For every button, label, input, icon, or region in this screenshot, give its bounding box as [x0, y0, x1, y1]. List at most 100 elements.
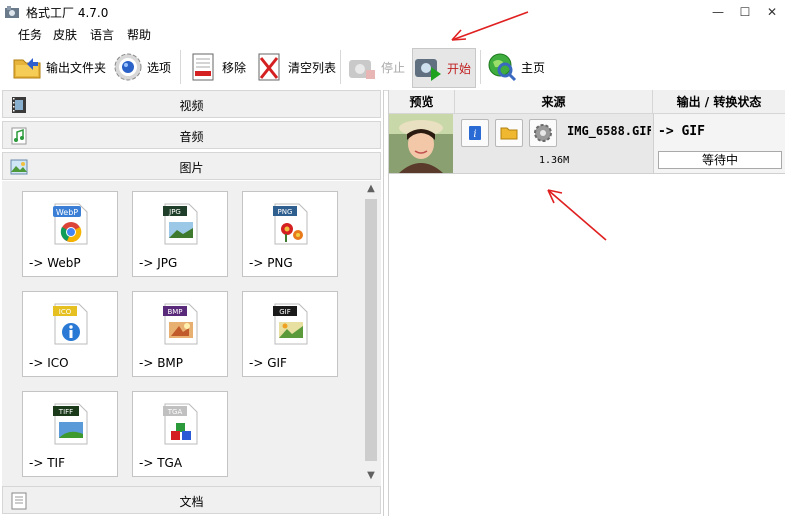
image-thumbnail — [389, 114, 453, 173]
start-label: 开始 — [447, 61, 472, 76]
ico-file-icon: ICO — [53, 303, 88, 345]
gear-icon — [534, 124, 552, 142]
format-factory-app-icon — [5, 6, 19, 18]
category-panel: 视频 音频 图片 WebP -> WebP JPG -> JPG PNG -> … — [0, 90, 384, 516]
title-bar: 格式工厂 4.7.0 — ☐ ✕ — [0, 0, 785, 24]
png-file-icon: PNG — [273, 203, 308, 245]
webp-file-icon: WebP — [53, 203, 88, 245]
minimize-button[interactable]: — — [703, 0, 733, 24]
category-audio-label: 音频 — [179, 130, 204, 144]
tif-badge: TIFF — [58, 408, 73, 416]
tga-file-icon: TGA — [163, 403, 198, 445]
tga-badge: TGA — [167, 408, 183, 416]
format-label-tga: -> TGA — [139, 456, 183, 470]
svg-text:i: i — [473, 129, 476, 140]
format-tile-gif[interactable]: GIF -> GIF — [242, 291, 338, 377]
folder-icon — [500, 127, 518, 140]
format-label-ico: -> ICO — [29, 356, 69, 370]
bmp-badge: BMP — [167, 308, 182, 316]
gif-badge: GIF — [279, 308, 291, 316]
window-title: 格式工厂 4.7.0 — [26, 6, 109, 20]
format-label-bmp: -> BMP — [139, 356, 184, 370]
format-label-webp: -> WebP — [29, 256, 81, 270]
column-header-output-status[interactable]: 输出 / 转换状态 — [653, 90, 785, 114]
clear-list-label: 清空列表 — [288, 60, 337, 75]
format-tile-webp[interactable]: WebP -> WebP — [22, 191, 118, 277]
output-status-cell: -> GIF 等待中 — [653, 114, 785, 173]
format-label-tif: -> TIF — [29, 456, 65, 470]
tif-file-icon: TIFF — [53, 403, 88, 445]
scrollbar-thumb[interactable] — [365, 199, 377, 461]
menu-bar: 任务 皮肤 语言 帮助 — [0, 24, 785, 44]
stop-button[interactable]: 停止 — [347, 48, 405, 86]
remove-label: 移除 — [222, 60, 247, 75]
folder-icon — [13, 58, 41, 79]
scroll-down-arrow-icon[interactable]: ▼ — [363, 468, 379, 484]
format-grid-scrollbar[interactable]: ▲ ▼ — [363, 181, 379, 486]
table-row[interactable]: i IMG_6588.GIF 1.36M -> GIF 等待中 — [389, 114, 785, 174]
format-tile-png[interactable]: PNG -> PNG — [242, 191, 338, 277]
toolbar-separator — [480, 50, 481, 84]
source-filename: IMG_6588.GIF — [567, 124, 651, 138]
menu-help[interactable]: 帮助 — [127, 26, 151, 43]
image-format-grid: WebP -> WebP JPG -> JPG PNG -> PNG ICO -… — [2, 181, 381, 486]
format-tile-tga[interactable]: TGA -> TGA — [132, 391, 228, 477]
clear-list-button[interactable]: 清空列表 — [254, 48, 336, 86]
source-file-size: 1.36M — [539, 155, 570, 166]
column-header-preview[interactable]: 预览 — [389, 90, 455, 114]
output-folder-button[interactable]: 输出文件夹 — [12, 48, 106, 86]
toolbar-separator — [340, 50, 341, 84]
options-gear-icon — [114, 53, 142, 81]
toolbar-separator — [180, 50, 181, 84]
format-tile-jpg[interactable]: JPG -> JPG — [132, 191, 228, 277]
format-tile-bmp[interactable]: BMP -> BMP — [132, 291, 228, 377]
column-header-source[interactable]: 来源 — [455, 90, 653, 114]
format-label-png: -> PNG — [249, 256, 293, 270]
format-label-gif: -> GIF — [249, 356, 287, 370]
stop-label: 停止 — [381, 60, 406, 75]
bmp-file-icon: BMP — [163, 303, 198, 345]
file-info-button[interactable]: i — [461, 119, 489, 147]
remove-button[interactable]: 移除 — [188, 48, 246, 86]
menu-language[interactable]: 语言 — [90, 26, 114, 43]
category-video-label: 视频 — [179, 99, 204, 113]
jpg-badge: JPG — [168, 208, 181, 216]
menu-task[interactable]: 任务 — [18, 26, 42, 43]
toolbar: 输出文件夹 选项 移除 清空列表 停止 开始 主页 — [0, 44, 785, 91]
stop-icon — [349, 60, 375, 79]
clear-list-icon — [258, 53, 280, 81]
webp-badge: WebP — [56, 208, 78, 217]
home-button[interactable]: 主页 — [487, 48, 545, 86]
remove-document-icon — [192, 53, 214, 81]
output-format: -> GIF — [658, 124, 705, 139]
start-button[interactable]: 开始 — [412, 48, 477, 88]
png-badge: PNG — [278, 208, 293, 216]
category-image-label: 图片 — [179, 161, 204, 175]
menu-skin[interactable]: 皮肤 — [53, 26, 77, 43]
info-icon: i — [469, 126, 481, 140]
item-settings-button[interactable] — [529, 119, 557, 147]
maximize-button[interactable]: ☐ — [730, 0, 760, 24]
status-badge[interactable]: 等待中 — [658, 151, 782, 169]
jpg-file-icon: JPG — [163, 203, 198, 245]
options-button[interactable]: 选项 — [113, 48, 171, 86]
category-video[interactable]: 视频 — [2, 90, 381, 118]
options-label: 选项 — [147, 60, 172, 75]
format-tile-tif[interactable]: TIFF -> TIF — [22, 391, 118, 477]
home-label: 主页 — [521, 60, 546, 75]
start-play-icon — [415, 59, 441, 81]
task-list-panel: 预览 来源 输出 / 转换状态 i IMG_6588.GIF 1.36M -> … — [388, 90, 785, 516]
close-button[interactable]: ✕ — [757, 0, 785, 24]
category-audio[interactable]: 音频 — [2, 121, 381, 149]
ico-badge: ICO — [59, 308, 72, 316]
category-image[interactable]: 图片 — [2, 152, 381, 180]
scroll-up-arrow-icon[interactable]: ▲ — [363, 181, 379, 197]
format-tile-ico[interactable]: ICO -> ICO — [22, 291, 118, 377]
category-document[interactable]: 文档 — [2, 486, 381, 514]
output-folder-label: 输出文件夹 — [46, 60, 107, 75]
gif-file-icon: GIF — [273, 303, 308, 345]
category-document-label: 文档 — [179, 495, 204, 509]
format-label-jpg: -> JPG — [139, 256, 178, 270]
home-globe-icon — [488, 53, 517, 82]
open-folder-button[interactable] — [495, 119, 523, 147]
